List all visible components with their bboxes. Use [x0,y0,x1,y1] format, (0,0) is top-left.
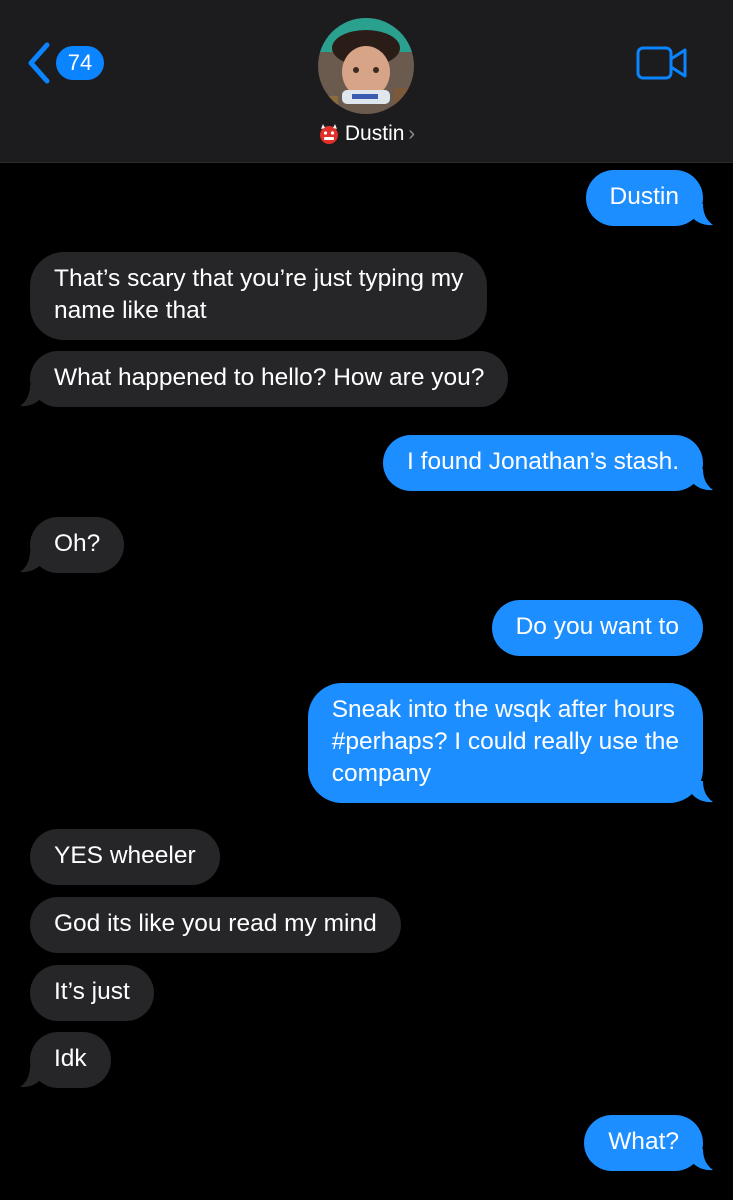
outgoing-message-bubble[interactable]: I found Jonathan’s stash. [383,435,713,491]
bubble-tail [691,781,713,803]
back-button[interactable]: 74 [26,38,104,88]
message-text: I found Jonathan’s stash. [407,448,679,475]
incoming-message-bubble[interactable]: That’s scary that you’re just typing my n… [30,252,488,340]
outgoing-message-bubble[interactable]: Sneak into the wsqk after hours #perhaps?… [307,683,713,803]
outgoing-message-bubble[interactable]: What? [584,1115,713,1171]
video-camera-icon [636,46,687,80]
message-text: Idk [54,1045,87,1072]
chevron-right-icon: › [408,122,416,145]
bubble-tail [20,1066,42,1088]
bubble-tail [20,385,42,407]
message-text: #perhaps? I could really use the [331,728,679,755]
ogre-emoji [319,124,338,144]
message-list[interactable]: Dustin That’s scary that you’re just typi… [0,163,733,1200]
message-text: That’s scary that you’re just typing my [54,265,464,292]
message-text: Dustin [609,183,679,210]
incoming-message-bubble[interactable]: What happened to hello? How are you? [20,351,509,407]
bubble-tail [20,551,42,573]
outgoing-message-bubble[interactable]: Do you want to [491,600,703,656]
bubble-tail [691,204,713,226]
bubble-tail [691,469,713,491]
contact-name: Dustin [344,122,405,145]
incoming-message-bubble[interactable]: Oh? [20,517,125,573]
message-text: What happened to hello? How are you? [54,364,485,391]
conversation-header: 74 Dustin › [0,0,733,163]
unread-count-badge: 74 [56,46,104,80]
bubble-tail [691,1149,713,1171]
message-text: company [331,760,432,787]
video-call-button[interactable] [636,45,688,86]
message-text: Oh? [54,530,101,557]
avatar[interactable] [318,18,414,114]
contact-photo [318,18,414,114]
message-text: YES wheeler [54,842,196,869]
incoming-message-bubble[interactable]: YES wheeler [30,829,220,885]
message-text: God its like you read my mind [54,910,377,937]
chevron-left-icon [28,42,50,84]
message-text: Sneak into the wsqk after hours [331,696,675,723]
contact-name-button[interactable]: Dustin › [0,122,733,146]
message-text: name like that [54,297,207,324]
incoming-message-bubble[interactable]: God its like you read my mind [30,897,401,953]
message-text: It’s just [54,978,130,1005]
message-text: Do you want to [515,613,679,640]
incoming-message-bubble[interactable]: It’s just [30,965,154,1021]
incoming-message-bubble[interactable]: Idk [20,1032,111,1088]
outgoing-message-bubble[interactable]: Dustin [585,170,713,226]
message-text: What? [608,1128,679,1155]
